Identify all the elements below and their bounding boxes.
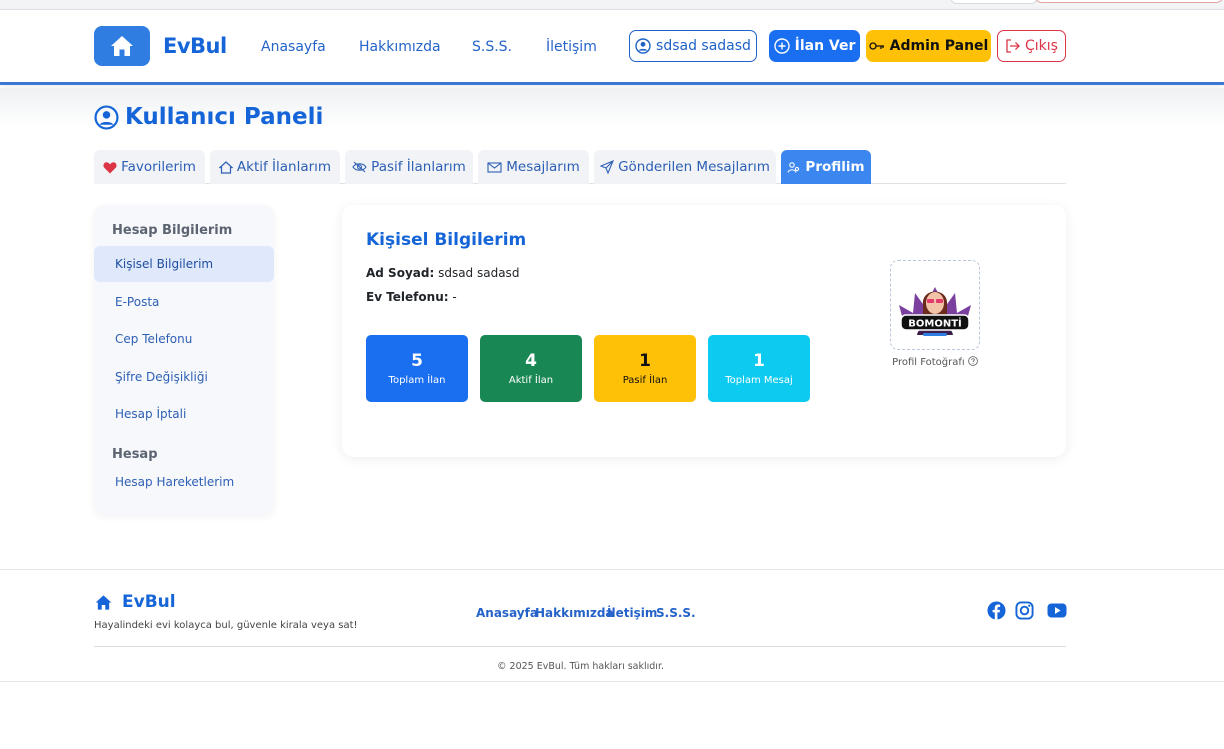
people-icon (787, 161, 800, 173)
envelope-icon (487, 161, 502, 173)
tab-label: Pasif İlanlarım (371, 159, 466, 175)
logout-button[interactable]: Çıkış (997, 30, 1066, 62)
tab-passive-listings[interactable]: Pasif İlanlarım (345, 150, 473, 184)
send-icon (600, 160, 615, 174)
nav-contact[interactable]: İletişim (546, 39, 597, 55)
page-title: Kullanıcı Paneli (94, 104, 323, 130)
stat-label: Toplam İlan (388, 375, 446, 386)
logout-icon (1006, 39, 1020, 53)
stat-value: 5 (411, 351, 423, 371)
admin-panel-button[interactable]: Admin Panel (866, 30, 991, 62)
account-sidebar: Hesap Bilgilerim Kişisel Bilgilerim E-Po… (94, 205, 274, 515)
post-listing-label: İlan Ver (794, 38, 856, 54)
youtube-icon[interactable] (1047, 603, 1067, 618)
tab-favorites[interactable]: Favorilerim (94, 150, 205, 184)
stat-value: 1 (639, 351, 651, 371)
tab-sent-messages[interactable]: Gönderilen Mesajlarım (594, 150, 776, 184)
footer-brand-name: EvBul (122, 592, 176, 612)
admin-panel-label: Admin Panel (889, 38, 989, 54)
user-button[interactable]: sdsad sadasd (629, 30, 757, 62)
sidebar-item-personal-info[interactable]: Kişisel Bilgilerim (94, 246, 274, 282)
tab-messages[interactable]: Mesajlarım (478, 150, 589, 184)
personal-info-card: Kişisel Bilgilerim Ad Soyad: sdsad sadas… (342, 205, 1066, 457)
name-row: Ad Soyad: sdsad sadasd (366, 266, 519, 280)
stat-total-listings: 5 Toplam İlan (366, 335, 468, 402)
logo[interactable] (94, 26, 150, 66)
site-footer: EvBul Hayalindeki evi kolayca bul, güven… (0, 569, 1224, 682)
stat-active-listings: 4 Aktif İlan (480, 335, 582, 402)
key-icon (869, 42, 884, 50)
tab-label: Gönderilen Mesajlarım (618, 159, 770, 175)
tab-label: Favorilerim (121, 159, 196, 175)
question-circle-icon[interactable] (968, 356, 978, 366)
profile-photo[interactable]: BOMONTİ (890, 260, 980, 350)
sidebar-item-account-activity[interactable]: Hesap Hareketlerim (94, 464, 274, 500)
stat-total-messages: 1 Toplam Mesaj (708, 335, 810, 402)
stat-value: 1 (753, 351, 765, 371)
footer-link-home[interactable]: Anasayfa (476, 606, 538, 620)
instagram-icon[interactable] (1015, 601, 1034, 620)
eye-slash-icon (352, 161, 367, 173)
photo-caption: Profil Fotoğrafı (872, 356, 998, 368)
home-icon (111, 36, 133, 56)
avatar-image: BOMONTİ (899, 287, 971, 336)
facebook-icon[interactable] (987, 601, 1006, 620)
footer-link-faq[interactable]: S.S.S. (656, 606, 696, 620)
footer-divider (94, 646, 1066, 647)
avatar-text: BOMONTİ (908, 316, 962, 330)
browser-pill (950, 0, 1038, 4)
footer-copyright: © 2025 EvBul. Tüm hakları saklıdır. (497, 661, 664, 672)
tab-label: Profilim (805, 159, 865, 175)
nav-about[interactable]: Hakkımızda (359, 39, 441, 55)
post-listing-button[interactable]: İlan Ver (769, 30, 860, 62)
sidebar-item-cancel-account[interactable]: Hesap İptali (94, 396, 274, 432)
stat-label: Aktif İlan (508, 375, 554, 386)
sidebar-item-mobile[interactable]: Cep Telefonu (94, 321, 274, 357)
panel-tabs: Favorilerim Aktif İlanlarım Pasif İlanla… (94, 150, 1066, 184)
browser-top-strip (0, 0, 1224, 10)
footer-link-contact[interactable]: İletişim (607, 606, 657, 620)
name-value: sdsad sadasd (438, 266, 520, 280)
sidebar-item-email[interactable]: E-Posta (94, 284, 274, 320)
user-circle-icon (635, 38, 651, 54)
site-header: EvBul Anasayfa Hakkımızda S.S.S. İletişi… (0, 10, 1224, 85)
heart-icon (103, 161, 117, 173)
house-icon (218, 160, 233, 174)
nav-home[interactable]: Anasayfa (261, 39, 326, 55)
page-title-text: Kullanıcı Paneli (125, 104, 324, 130)
sidebar-item-password[interactable]: Şifre Değişikliği (94, 359, 274, 395)
home-icon (95, 594, 112, 610)
photo-caption-text: Profil Fotoğrafı (892, 357, 965, 368)
user-name: sdsad sadasd (656, 38, 751, 54)
stat-label: Pasif İlan (622, 375, 668, 386)
stat-value: 4 (525, 351, 537, 371)
phone-value: - (452, 290, 457, 304)
phone-row: Ev Telefonu: - (366, 290, 457, 304)
footer-brand[interactable]: EvBul (94, 592, 176, 612)
name-label: Ad Soyad: (366, 266, 435, 280)
brand-name[interactable]: EvBul (163, 34, 227, 58)
footer-tagline: Hayalindeki evi kolayca bul, güvenle kir… (94, 620, 358, 631)
sidebar-section-title: Hesap Bilgilerim (112, 223, 233, 238)
stat-passive-listings: 1 Pasif İlan (594, 335, 696, 402)
sidebar-section-title: Hesap (112, 447, 158, 462)
phone-label: Ev Telefonu: (366, 290, 449, 304)
logout-label: Çıkış (1025, 38, 1058, 54)
tab-label: Aktif İlanlarım (236, 159, 332, 175)
nav-faq[interactable]: S.S.S. (472, 39, 512, 55)
tab-active-listings[interactable]: Aktif İlanlarım (210, 150, 340, 184)
tab-profile[interactable]: Profilim (781, 150, 871, 184)
tab-label: Mesajlarım (506, 159, 580, 175)
browser-pill-red (1034, 0, 1224, 3)
plus-circle-icon (773, 38, 790, 54)
stat-label: Toplam Mesaj (725, 375, 793, 386)
card-title: Kişisel Bilgilerim (366, 230, 527, 250)
footer-link-about[interactable]: Hakkımızda (535, 606, 614, 620)
user-circle-icon (94, 104, 119, 130)
